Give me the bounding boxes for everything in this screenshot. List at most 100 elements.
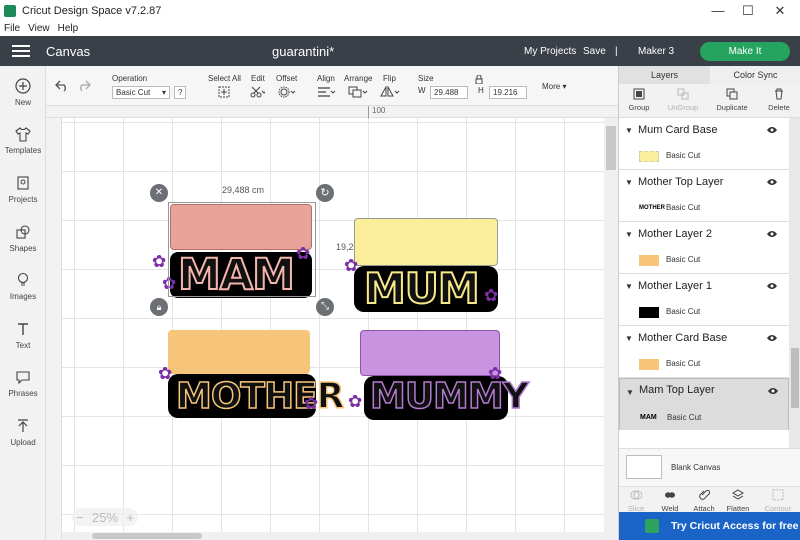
layer-item[interactable]: ▼ Mum Card Base Basic Cut	[619, 118, 789, 170]
layer-item[interactable]: ▼ Mother Top Layer MOTHER Basic Cut	[619, 170, 789, 222]
sidebar-item-projects[interactable]: Projects	[0, 175, 46, 204]
minimize-button[interactable]: —	[703, 0, 733, 22]
layer-item[interactable]: ▼ Mother Card Base Basic Cut	[619, 326, 789, 378]
blank-canvas-label: Blank Canvas	[671, 463, 721, 472]
attach-button[interactable]: Attach	[689, 489, 719, 513]
ungroup-icon	[677, 88, 689, 100]
height-input[interactable]: 19.216	[489, 86, 527, 99]
trash-icon	[775, 88, 783, 100]
section-title: Canvas	[46, 44, 91, 59]
cricut-access-text: Try Cricut Access for free	[671, 520, 799, 532]
visibility-eye-icon[interactable]	[766, 230, 778, 238]
visibility-eye-icon[interactable]	[766, 126, 778, 134]
hamburger-menu-icon[interactable]	[12, 45, 30, 57]
visibility-eye-icon[interactable]	[767, 387, 779, 395]
sidebar-item-templates[interactable]: Templates	[0, 126, 46, 155]
sidebar-item-text[interactable]: Text	[0, 321, 46, 350]
select-all-label: Select All	[208, 74, 241, 83]
mother-word: MOTHER	[175, 375, 345, 418]
chevron-down-icon[interactable]: ▼	[625, 126, 633, 135]
make-it-button[interactable]: Make It	[700, 42, 790, 61]
zoom-out-button[interactable]: −	[76, 510, 84, 525]
visibility-eye-icon[interactable]	[766, 334, 778, 342]
design-mum[interactable]: MUM ✿ ✿	[344, 218, 504, 314]
layer-item[interactable]: ▼ Mother Layer 1 Basic Cut	[619, 274, 789, 326]
cricut-app-icon	[4, 5, 16, 17]
flatten-button[interactable]: Flatten	[723, 489, 753, 513]
tab-layers[interactable]: Layers	[619, 66, 710, 84]
delete-handle-icon[interactable]: ✕	[150, 184, 168, 202]
layers-list: ▼ Mum Card Base Basic Cut ▼ Mother Top L…	[619, 118, 789, 448]
blank-canvas-row[interactable]: Blank Canvas	[619, 448, 800, 486]
canvas-horizontal-scrollbar[interactable]	[62, 532, 604, 540]
scrollbar-thumb[interactable]	[92, 533, 202, 539]
blank-canvas-swatch	[626, 455, 662, 479]
weld-button[interactable]: Weld	[657, 489, 683, 513]
operation-label: Operation	[112, 74, 148, 83]
sidebar-item-label: Projects	[8, 195, 38, 204]
sidebar-item-label: Templates	[4, 146, 42, 155]
menu-file[interactable]: File	[0, 22, 24, 36]
contour-button[interactable]: Contour	[761, 489, 795, 513]
sidebar-item-shapes[interactable]: Shapes	[0, 224, 46, 253]
align-icon[interactable]	[316, 86, 336, 98]
width-input[interactable]: 29.488	[430, 86, 468, 99]
group-button[interactable]: Group	[625, 88, 653, 112]
scrollbar-thumb[interactable]	[606, 126, 616, 170]
design-canvas[interactable]: MAM ✿ ✿ ✿ 29,488 cm 19,216 cm ✕ ↻ 🔒︎ ⤡ M…	[62, 118, 604, 540]
my-projects-link[interactable]: My Projects	[524, 46, 576, 57]
scrollbar-thumb[interactable]	[791, 348, 799, 408]
sidebar-item-images[interactable]: Images	[0, 272, 46, 301]
close-window-button[interactable]: ✕	[765, 0, 795, 22]
menu-help[interactable]: Help	[54, 22, 83, 36]
lock-handle-icon[interactable]: 🔒︎	[150, 298, 168, 316]
operation-help-button[interactable]: ?	[174, 86, 186, 99]
visibility-eye-icon[interactable]	[766, 178, 778, 186]
undo-icon[interactable]	[54, 78, 70, 92]
sidebar-item-phrases[interactable]: Phrases	[0, 369, 46, 398]
cricut-access-banner[interactable]: Try Cricut Access for free	[619, 512, 800, 540]
select-all-icon[interactable]	[218, 86, 230, 98]
lock-icon[interactable]	[475, 75, 483, 84]
canvas-vertical-scrollbar[interactable]	[604, 118, 618, 540]
sidebar-item-upload[interactable]: Upload	[0, 418, 46, 447]
resize-handle-icon[interactable]: ⤡	[316, 298, 334, 316]
size-label: Size	[418, 74, 434, 83]
maximize-button[interactable]: ☐	[733, 0, 763, 22]
layer-item-selected[interactable]: ▼ Mam Top Layer MAM Basic Cut	[619, 378, 789, 430]
machine-selector[interactable]: Maker 3	[638, 46, 674, 57]
chevron-down-icon[interactable]: ▼	[625, 282, 633, 291]
chevron-down-icon[interactable]: ▼	[625, 334, 633, 343]
layer-name: Mam Top Layer	[639, 384, 715, 396]
tab-color-sync[interactable]: Color Sync	[710, 66, 800, 84]
layer-item[interactable]: ▼ Mother Layer 2 Basic Cut	[619, 222, 789, 274]
duplicate-button[interactable]: Duplicate	[715, 88, 749, 112]
ungroup-button[interactable]: UnGroup	[667, 88, 699, 112]
save-link[interactable]: Save	[583, 46, 606, 57]
chevron-down-icon[interactable]: ▼	[625, 230, 633, 239]
zoom-in-button[interactable]: +	[126, 510, 134, 525]
layer-operation: Basic Cut	[667, 413, 702, 422]
layer-swatch: MOTHER	[639, 205, 665, 211]
selection-box[interactable]	[168, 202, 316, 297]
arrange-icon[interactable]	[348, 86, 368, 98]
design-mummy[interactable]: MUMMY ✿ ✿	[348, 330, 530, 422]
menu-view[interactable]: View	[24, 22, 54, 36]
more-menu[interactable]: More ▾	[542, 82, 566, 95]
visibility-eye-icon[interactable]	[766, 282, 778, 290]
operation-select[interactable]: Basic Cut ▾	[112, 86, 170, 99]
delete-button[interactable]: Delete	[765, 88, 793, 112]
design-mother[interactable]: MOTHER ✿ ✿	[158, 330, 345, 420]
rotate-handle-icon[interactable]: ↻	[316, 184, 334, 202]
offset-icon[interactable]	[278, 86, 296, 98]
scissors-icon[interactable]	[249, 86, 265, 98]
contour-icon	[772, 489, 784, 501]
chevron-down-icon[interactable]: ▼	[626, 387, 634, 398]
offset-label: Offset	[276, 74, 298, 83]
chevron-down-icon[interactable]: ▼	[625, 178, 633, 187]
redo-icon[interactable]	[76, 78, 92, 92]
sidebar-item-new[interactable]: New	[0, 78, 46, 107]
layers-scrollbar[interactable]	[789, 118, 800, 448]
flip-icon[interactable]	[380, 86, 400, 98]
slice-button[interactable]: Slice	[623, 489, 649, 513]
